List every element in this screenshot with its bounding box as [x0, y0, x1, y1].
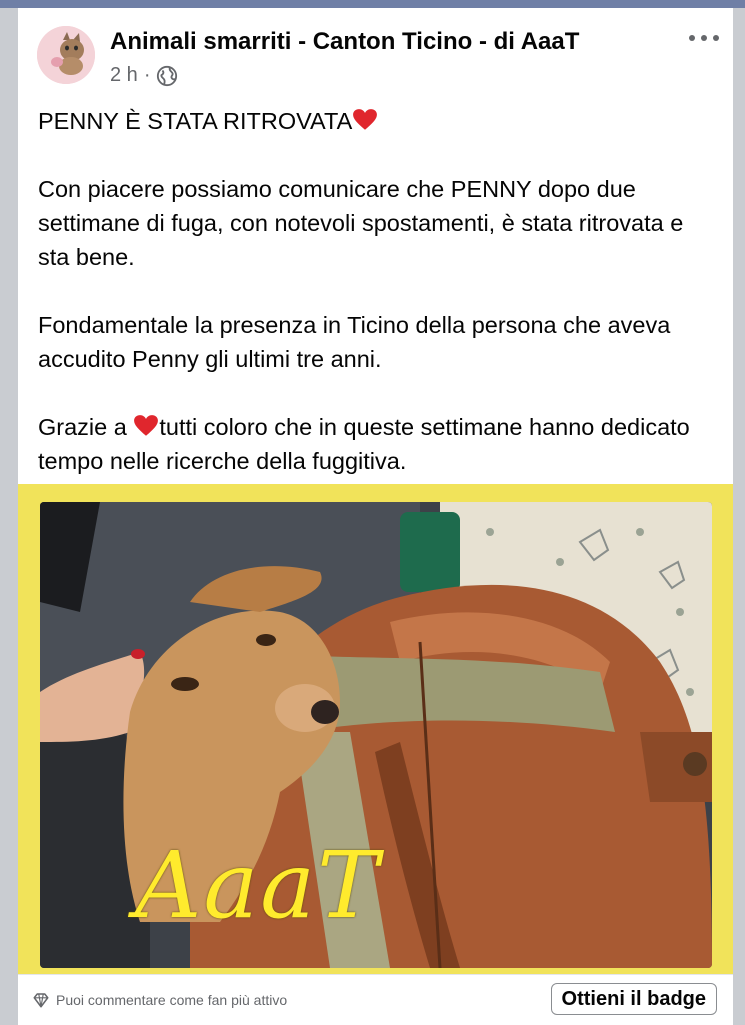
badge-hint-text: Puoi commentare come fan più attivo — [56, 992, 288, 1008]
post-headline: PENNY È STATA RITROVATA — [38, 104, 718, 138]
post-footer: Puoi commentare come fan più attivo Otti… — [18, 974, 733, 1025]
post-header: Animali smarriti - Canton Ticino - di Aa… — [18, 8, 733, 98]
photo-frame: AaaT — [18, 484, 733, 974]
get-badge-button[interactable]: Ottieni il badge — [550, 983, 717, 1015]
badge-hint: Puoi commentare come fan più attivo — [32, 991, 287, 1009]
globe-icon[interactable] — [156, 65, 178, 87]
red-heart-icon — [353, 109, 378, 130]
post-meta: 2 h · — [110, 64, 178, 87]
meta-separator: · — [143, 64, 151, 86]
page-name[interactable]: Animali smarriti - Canton Ticino - di Aa… — [110, 28, 579, 56]
more-options-icon[interactable] — [689, 28, 719, 48]
photo-watermark: AaaT — [135, 832, 381, 939]
red-heart-icon — [134, 415, 159, 436]
post-text: PENNY È STATA RITROVATA Con piacere poss… — [38, 104, 718, 478]
diamond-icon — [33, 993, 49, 1008]
post-paragraph-1: Con piacere possiamo comunicare che PENN… — [38, 176, 684, 270]
post-time[interactable]: 2 h — [110, 64, 138, 87]
post-photo[interactable]: AaaT — [40, 502, 712, 968]
top-strip — [0, 0, 745, 8]
post-card: Animali smarriti - Canton Ticino - di Aa… — [18, 8, 733, 1025]
post-paragraph-3: Grazie a tutti coloro che in queste sett… — [38, 414, 690, 474]
post-paragraph-2: Fondamentale la presenza in Ticino della… — [38, 312, 671, 372]
page-avatar[interactable] — [37, 26, 95, 84]
